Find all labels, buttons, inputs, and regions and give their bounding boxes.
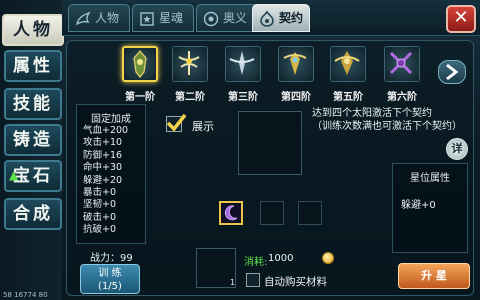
tab-label: 契约 [279,11,304,25]
sidebar-item-label: 技能 [13,94,53,114]
tab-label: 奥义 [223,11,248,25]
stage-6-label: 第六阶 [387,92,417,103]
auto-buy-label: 自动购买材料 [264,276,327,288]
tab-bar: 人物 星魂 奥义 契约 [62,0,480,36]
stage-6-emblem-icon [389,51,413,75]
cost-value: 1000 [268,253,294,264]
close-x-icon: ✕ [453,7,469,28]
star-soul-icon [140,12,154,26]
sun-slot-2[interactable] [260,201,284,225]
checkmark-icon [166,113,187,132]
stage-2-emblem-icon [178,51,200,75]
tab-mystic[interactable]: 奥义 [196,4,258,32]
show-checkbox[interactable] [166,113,187,132]
sidebar-item-forge[interactable]: 铸造 [4,124,62,156]
stat-row: 命中+30 [83,162,123,174]
train-button-label: 训 练 [98,268,122,279]
train-button[interactable]: 训 练 (1/5) [80,264,140,294]
arrow-right-icon [446,63,459,81]
stage-1-label: 第一阶 [125,92,155,103]
footer-code: 58 16774 80 [3,291,48,299]
crescent-moon-icon [224,205,238,221]
stat-row: 坚韧+0 [83,199,117,211]
stage-3-emblem-icon [229,51,255,75]
tab-label: 人物 [95,11,120,25]
close-button[interactable]: ✕ [446,5,476,33]
stage-4-label: 第四阶 [281,92,311,103]
sidebar-item-character[interactable]: 人物 [2,14,64,46]
stat-row: 暴击+0 [83,187,117,199]
sidebar: 人物 属性 技能 铸造 ▲ 宝石 合成 58 16774 80 [0,0,64,300]
sidebar-item-attributes[interactable]: 属性 [4,50,62,82]
fixed-bonus-panel: 固定加成 气血+200 攻击+10 防御+16 命中+30 躲避+20 暴击+0… [76,104,146,244]
stat-row: 防御+16 [83,149,123,161]
stage-5-label: 第五阶 [333,92,363,103]
stat-row: 攻击+10 [83,137,123,149]
next-page-button[interactable] [438,60,466,84]
stat-row: 躲避+20 [83,174,123,186]
gold-coin-icon [322,252,334,264]
sidebar-item-skills[interactable]: 技能 [4,88,62,120]
sun-slot-3[interactable] [298,201,322,225]
sidebar-item-gems[interactable]: ▲ 宝石 [4,160,62,192]
star-attribute-value: 躲避+0 [401,200,436,211]
stat-row: 气血+200 [83,125,129,136]
stage-1-emblem-icon [133,50,147,78]
stage-3-label: 第三阶 [228,92,258,103]
tab-contract[interactable]: 契约 [252,4,310,32]
sidebar-item-label: 属性 [13,56,53,76]
sidebar-item-label: 人物 [13,20,53,40]
contract-icon [260,10,274,27]
stat-row: 抗破+0 [83,224,117,236]
stat-row: 破击+0 [83,211,117,223]
stage-2-button[interactable] [172,46,208,82]
stage-6-button[interactable] [384,46,420,82]
stage-4-emblem-icon [283,52,307,75]
combat-power: 战力：99 [90,253,133,264]
up-arrow-icon: ▲ [9,168,19,182]
dragon-icon [75,11,91,26]
stage-3-button[interactable] [225,46,261,82]
tab-label: 星魂 [159,11,184,25]
activation-description: 达到四个太阳激活下个契约 （训练次数满也可激活下个契约） [312,108,462,132]
material-count: 1 [230,278,236,287]
sidebar-item-label: 宝石 [13,166,53,186]
upgrade-star-button[interactable]: 升 星 [398,263,470,289]
sidebar-item-label: 铸造 [13,130,53,150]
sidebar-item-synthesis[interactable]: 合成 [4,198,62,230]
star-attributes-title: 星位属性 [410,173,450,184]
stage-4-button[interactable] [278,46,314,82]
emblem-preview [238,111,302,175]
stage-2-label: 第二阶 [175,92,205,103]
cost-label: 消耗: [244,257,268,268]
fixed-bonus-title: 固定加成 [91,114,131,125]
contract-screen: 人物 属性 技能 铸造 ▲ 宝石 合成 58 16774 80 人物 星魂 奥义 … [0,0,480,300]
tab-character[interactable]: 人物 [68,4,130,32]
train-button-count: (1/5) [98,281,122,292]
detail-button[interactable]: 详 [446,138,468,160]
show-checkbox-label: 展示 [192,120,214,133]
stage-1-button[interactable] [122,46,158,82]
mystic-eye-icon [203,11,219,27]
stage-5-emblem-icon [334,51,360,75]
star-attributes-panel: 星位属性 躲避+0 [392,163,468,253]
auto-buy-checkbox[interactable] [246,273,260,287]
tab-star-soul[interactable]: 星魂 [132,4,194,32]
sidebar-item-label: 合成 [13,204,53,224]
sun-slot-1[interactable] [219,201,243,225]
stage-5-button[interactable] [330,46,366,82]
